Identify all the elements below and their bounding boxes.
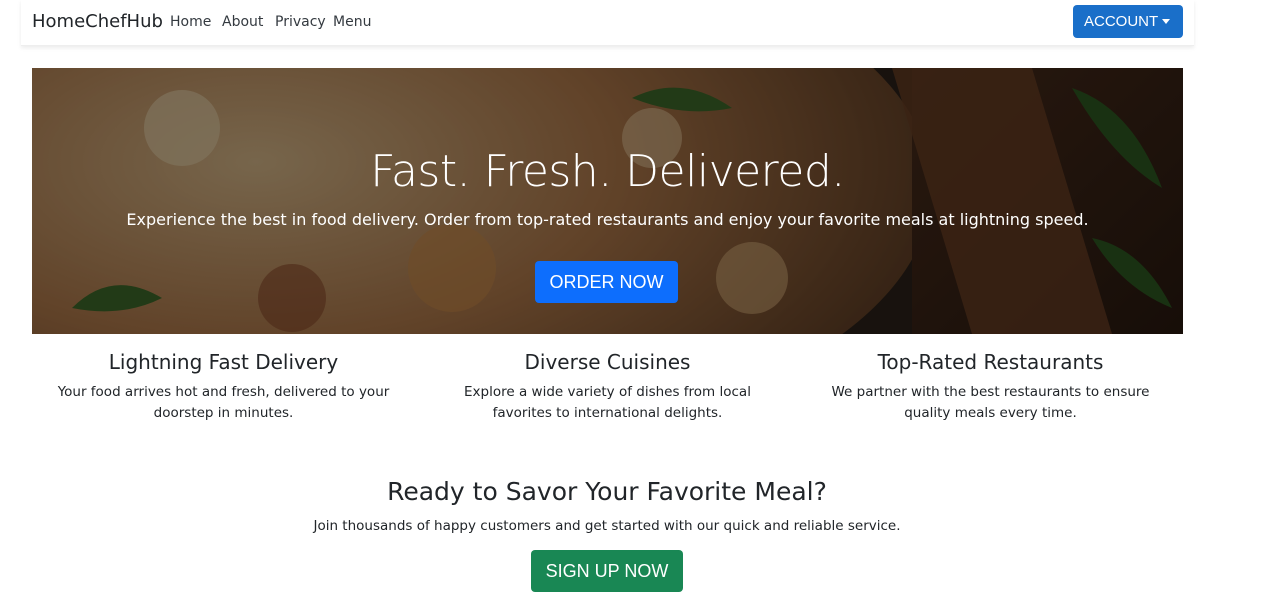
nav-link-menu[interactable]: Menu	[333, 13, 371, 31]
feature-title: Lightning Fast Delivery	[108, 350, 339, 374]
account-dropdown-button[interactable]: ACCOUNT	[1073, 5, 1183, 38]
feature-card: Diverse Cuisines Explore a wide variety …	[416, 346, 799, 424]
top-navbar: HomeChefHub Home About Privacy Menu ACCO…	[21, 0, 1194, 46]
sign-up-button[interactable]: SIGN UP NOW	[531, 550, 683, 592]
feature-description: Your food arrives hot and fresh, deliver…	[57, 384, 390, 421]
account-button-label: ACCOUNT	[1084, 13, 1159, 30]
feature-card: Top-Rated Restaurants We partner with th…	[799, 346, 1182, 424]
nav-link-about[interactable]: About	[222, 13, 263, 31]
cta-title: Ready to Savor Your Favorite Meal?	[387, 477, 827, 506]
order-now-button[interactable]: ORDER NOW	[535, 261, 678, 303]
hero-title: Fast. Fresh. Delivered.	[370, 146, 845, 197]
nav-links: Home About Privacy Menu	[21, 13, 1194, 33]
feature-title: Diverse Cuisines	[524, 350, 691, 374]
caret-down-icon	[1162, 19, 1170, 24]
nav-link-privacy[interactable]: Privacy	[275, 13, 326, 31]
hero-subtitle: Experience the best in food delivery. Or…	[126, 210, 1089, 229]
hero-banner: Fast. Fresh. Delivered. Experience the b…	[32, 68, 1183, 334]
nav-link-home[interactable]: Home	[170, 13, 211, 31]
cta-subtitle: Join thousands of happy customers and ge…	[313, 518, 901, 534]
feature-description: We partner with the best restaurants to …	[831, 384, 1150, 421]
feature-title: Top-Rated Restaurants	[877, 350, 1104, 374]
feature-description: Explore a wide variety of dishes from lo…	[464, 384, 751, 421]
feature-card: Lightning Fast Delivery Your food arrive…	[32, 346, 415, 424]
features-section: Lightning Fast Delivery Your food arrive…	[32, 346, 1183, 436]
